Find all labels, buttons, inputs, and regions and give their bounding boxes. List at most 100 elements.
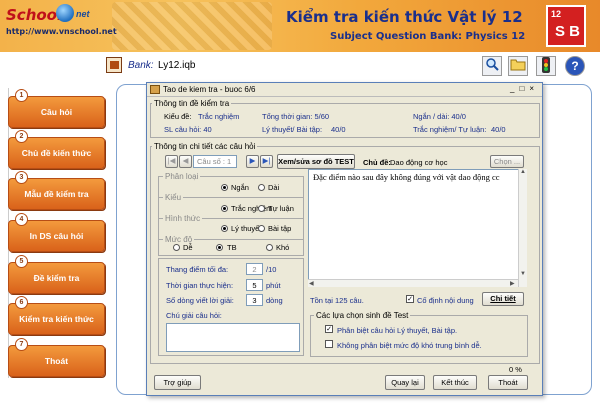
options-group-label: Các lựa chọn sinh đề Test: [314, 311, 411, 320]
folder-icon[interactable]: [508, 56, 528, 76]
chi-tiet-button[interactable]: Chi tiết: [482, 292, 524, 306]
window-controls: _□×: [510, 84, 539, 93]
ly-thuyet-bai-tap-value: 40/0: [331, 125, 346, 134]
thoi-gian-field[interactable]: 5: [246, 279, 263, 291]
scroll-right-icon[interactable]: ▶: [510, 280, 515, 287]
tong-thoi-gian: Tổng thời gian: 5/60: [262, 112, 330, 121]
ket-thuc-button[interactable]: Kết thúc: [433, 375, 477, 390]
scroll-down-icon[interactable]: ▼: [520, 271, 526, 277]
tro-giup-button[interactable]: Trợ giúp: [154, 375, 201, 390]
menu-label: Thoát: [44, 356, 69, 366]
scroll-up-icon[interactable]: ▲: [520, 169, 526, 175]
de-radio[interactable]: [173, 244, 180, 251]
question-scrollbar-h[interactable]: ◀ ▶: [308, 279, 518, 287]
thoi-gian-label: Thời gian thực hiện:: [166, 281, 234, 290]
menu-cau-hoi[interactable]: 1 Câu hỏi: [8, 89, 105, 128]
dai-radio[interactable]: [258, 184, 265, 191]
cau-so-field[interactable]: Câu số : 1: [193, 155, 237, 168]
tn-tl-label: Trắc nghiệm/ Tự luận:: [413, 125, 487, 134]
detail-group-label: Thông tin chi tiết các câu hỏi: [152, 142, 258, 151]
menu-mau-de[interactable]: 3 Mẫu đề kiểm tra: [8, 171, 105, 210]
question-text-box[interactable]: Đặc điểm nào sau đây không đúng với vật …: [308, 169, 527, 287]
ton-tai-text: Tồn tại 125 câu.: [310, 296, 364, 305]
menu-thoat[interactable]: 7 Thoát: [8, 338, 105, 377]
search-icon[interactable]: [482, 56, 502, 76]
quay-lai-button[interactable]: Quay lại: [385, 375, 425, 390]
scroll-left-icon[interactable]: ◀: [309, 280, 314, 287]
close-icon[interactable]: ×: [529, 84, 539, 93]
maximize-icon[interactable]: □: [519, 84, 529, 93]
tu-luan-radio[interactable]: [258, 205, 265, 212]
last-question-button[interactable]: ▶|: [260, 155, 273, 168]
ngan-label: Ngắn: [231, 183, 249, 192]
globe-icon: [56, 4, 74, 22]
opt1-checkbox[interactable]: ✓: [325, 325, 333, 333]
thang-diem-field[interactable]: 2: [246, 263, 263, 275]
traffic-light-icon[interactable]: [536, 56, 556, 76]
menu-in-ds[interactable]: 4 In DS câu hỏi: [8, 213, 105, 252]
badge-number: 12: [551, 9, 562, 19]
banner-decoration: [112, 2, 272, 50]
tn-tl-value: 40/0: [491, 125, 506, 134]
question-scrollbar-v[interactable]: ▲ ▼: [518, 169, 527, 287]
app-title: Kiểm tra kiến thức Vật lý 12: [286, 8, 523, 26]
chon-button[interactable]: Chọn ...: [490, 155, 524, 168]
thoat-button[interactable]: Thoát: [488, 375, 528, 390]
options-group: [310, 315, 528, 357]
bai-tap-label: Bài tập: [268, 224, 292, 233]
site-url: http://www.vnschool.net: [6, 27, 117, 36]
opt2-checkbox[interactable]: [325, 340, 333, 348]
first-question-button[interactable]: |◀: [165, 155, 178, 168]
badge-letters: S B: [554, 23, 580, 40]
menu-label: Kiểm tra kiến thức: [19, 314, 94, 324]
thang-diem-label: Thang điểm tối đa:: [166, 265, 229, 274]
next-question-button[interactable]: ▶: [246, 155, 259, 168]
bank-value: Ly12.iqb: [158, 60, 196, 71]
bank-icon: [106, 57, 122, 73]
bai-tap-radio[interactable]: [258, 225, 265, 232]
menu-label: Câu hỏi: [40, 107, 73, 117]
de-label: Dễ: [183, 243, 193, 252]
menu-num: 6: [15, 296, 28, 309]
ngan-dai: Ngắn / dài: 40/0: [413, 112, 466, 121]
dai-label: Dài: [268, 183, 280, 192]
sb-badge: 12 S B: [546, 5, 586, 47]
logo-text: School: [6, 6, 63, 24]
menu-chu-de[interactable]: 2 Chủ đề kiến thức: [8, 130, 105, 169]
prev-question-button[interactable]: ◀: [179, 155, 192, 168]
kieu-label: Kiểu: [163, 193, 184, 202]
chu-giai-textarea[interactable]: [166, 323, 300, 352]
menu-kiem-tra[interactable]: 6 Kiểm tra kiến thức: [8, 296, 105, 335]
tu-luan-label: Tự luận: [268, 204, 294, 213]
menu-label: Mẫu đề kiểm tra: [24, 189, 89, 199]
dialog-titlebar: Tao de kiem tra - buoc 6/6 _□×: [147, 83, 542, 97]
menu-num: 3: [15, 171, 28, 184]
ngan-radio[interactable]: [221, 184, 228, 191]
trac-nghiem-label: Trắc nghiệm: [231, 204, 273, 213]
progress-percent: 0 %: [509, 365, 522, 374]
thang-diem-unit: /10: [266, 265, 277, 274]
ly-thuyet-radio[interactable]: [221, 225, 228, 232]
hinh-thuc-label: Hình thức: [163, 214, 203, 223]
kho-radio[interactable]: [266, 244, 273, 251]
co-dinh-checkbox[interactable]: ✓: [406, 295, 414, 303]
menu-label: Chủ đề kiến thức: [21, 148, 92, 158]
so-dong-field[interactable]: 3: [246, 294, 263, 306]
trac-nghiem-radio[interactable]: [221, 205, 228, 212]
menu-label: In DS câu hỏi: [29, 231, 84, 241]
tb-radio[interactable]: [216, 244, 223, 251]
xem-sua-so-do-button[interactable]: Xem/sửa sơ đồ TEST: [277, 154, 355, 169]
toolbar: Bank: Ly12.iqb ?: [0, 54, 600, 78]
chu-giai-label: Chú giải câu hỏi:: [166, 311, 222, 320]
menu-de-kiem-tra[interactable]: 5 Đề kiểm tra: [8, 255, 105, 294]
so-dong-unit: dòng: [266, 296, 283, 305]
kieu-de-label: Kiểu đề:: [164, 112, 192, 121]
dialog-title: Tao de kiem tra - buoc 6/6: [163, 85, 256, 94]
menu-num: 4: [15, 213, 28, 226]
chu-de-value: Dao động cơ học: [390, 158, 448, 167]
help-icon[interactable]: ?: [565, 56, 585, 76]
dialog-app-icon: [150, 85, 160, 94]
kieu-de-value: Trắc nghiệm: [198, 112, 240, 121]
ly-thuyet-bai-tap-label: Lý thuyết/ Bài tập:: [262, 125, 323, 134]
menu-num: 2: [15, 130, 28, 143]
